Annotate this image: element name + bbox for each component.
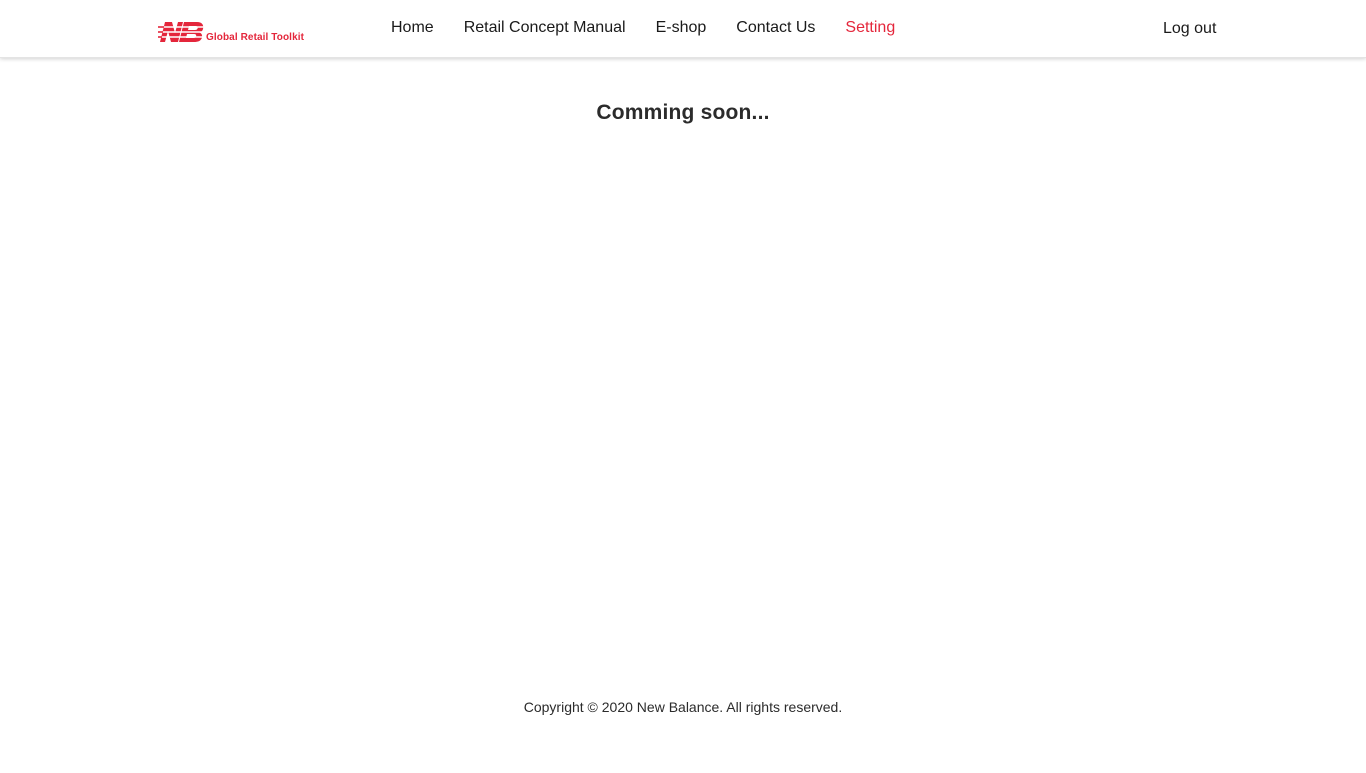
new-balance-logo-icon xyxy=(158,22,204,42)
page: Global Retail Toolkit Home Retail Concep… xyxy=(0,0,1366,773)
brand-logo-link[interactable]: Global Retail Toolkit xyxy=(158,20,304,44)
nav-item-contact-us[interactable]: Contact Us xyxy=(736,20,815,37)
top-navigation-bar: Global Retail Toolkit Home Retail Concep… xyxy=(0,0,1366,58)
nav-item-e-shop[interactable]: E-shop xyxy=(656,20,707,37)
main-nav: Home Retail Concept Manual E-shop Contac… xyxy=(391,0,925,57)
nav-item-setting[interactable]: Setting xyxy=(845,20,895,37)
nav-item-home[interactable]: Home xyxy=(391,20,434,37)
coming-soon-message: Comming soon... xyxy=(596,101,770,124)
nav-item-retail-concept-manual[interactable]: Retail Concept Manual xyxy=(464,20,626,37)
footer-copyright: Copyright © 2020 New Balance. All rights… xyxy=(523,699,843,715)
brand-logo-text: Global Retail Toolkit xyxy=(206,31,305,43)
logout-link[interactable]: Log out xyxy=(1163,0,1216,58)
